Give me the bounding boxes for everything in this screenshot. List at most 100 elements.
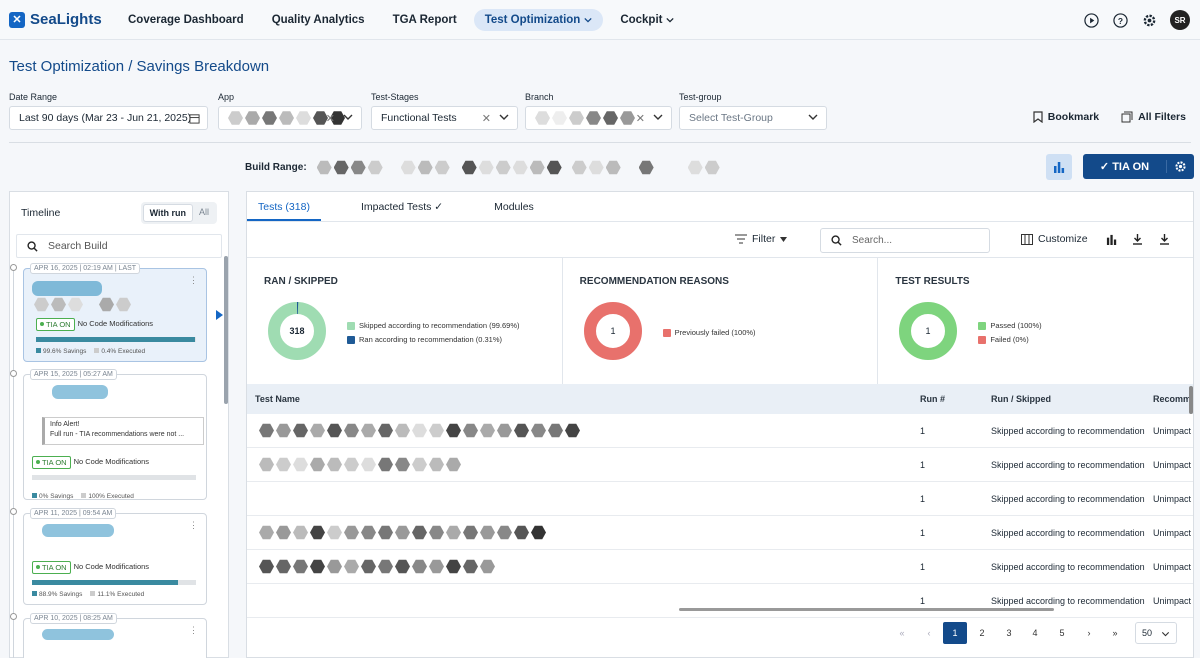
first-page-button[interactable]: «	[890, 622, 914, 644]
next-page-button[interactable]: ›	[1077, 622, 1101, 644]
build-search-placeholder: Search Build	[48, 240, 108, 252]
more-options-icon[interactable]: ⋮	[189, 275, 198, 286]
tab-modules[interactable]: Modules	[483, 192, 545, 221]
col-run-skipped[interactable]: Run / Skipped	[991, 394, 1051, 404]
redacted-build-name	[52, 385, 108, 399]
filter-icon	[735, 234, 747, 244]
nav-test-optimization[interactable]: Test Optimization	[473, 8, 604, 31]
info-alert-text: Full run - TIA recommendations were not …	[50, 431, 185, 438]
test-group-label: Test-group	[679, 92, 722, 102]
table-row[interactable]: 1 Skipped according to recommendation Unim…	[247, 516, 1193, 550]
per-page-value: 50	[1142, 628, 1153, 638]
build-card[interactable]: APR 10, 2025 | 08:25 AM ⋮	[23, 613, 207, 658]
table-row[interactable]: 1 Skipped according to recommendation Unim…	[247, 482, 1193, 516]
more-options-icon[interactable]: ⋮	[189, 625, 198, 636]
redacted-build-id	[34, 297, 131, 312]
col-run-number[interactable]: Run #	[920, 394, 945, 404]
table-horizontal-scrollbar[interactable]	[679, 608, 1054, 611]
sealights-logo-icon: ✕	[9, 11, 25, 28]
savings-bar	[32, 474, 196, 480]
nav-quality-analytics[interactable]: Quality Analytics	[261, 9, 376, 31]
page-button-5[interactable]: 5	[1050, 622, 1074, 644]
tests-panel: Tests (318) Impacted Tests ✓ Modules Fil…	[246, 191, 1194, 658]
run-skipped-status: Skipped according to recommendation	[991, 460, 1145, 470]
run-number: 1	[920, 494, 926, 504]
date-range-select[interactable]: Last 90 days (Mar 23 - Jun 21, 2025)	[9, 106, 208, 130]
test-search-input[interactable]: Search...	[820, 228, 990, 253]
branch-select[interactable]: ✕	[525, 106, 672, 130]
prev-page-button[interactable]: ‹	[917, 622, 941, 644]
col-test-name[interactable]: Test Name	[255, 394, 300, 404]
clear-icon[interactable]: ✕	[636, 112, 645, 125]
run-filter-toggle[interactable]: With run All	[140, 202, 217, 224]
build-card[interactable]: APR 11, 2025 | 09:54 AM ⋮ TIA ON No Code …	[23, 508, 207, 605]
chart-view-button[interactable]	[1046, 154, 1072, 180]
timeline-scrollbar[interactable]	[224, 256, 228, 404]
recommendation-reasons-title: RECOMMENDATION REASONS	[579, 276, 729, 287]
bar-chart-icon[interactable]	[1106, 234, 1117, 245]
nav-coverage-dashboard[interactable]: Coverage Dashboard	[117, 9, 255, 31]
executed-stat: 100% Executed	[81, 493, 134, 500]
recommendation: Unimpact	[1153, 460, 1192, 470]
export-icon[interactable]	[1159, 233, 1170, 245]
all-option[interactable]: All	[193, 204, 215, 222]
more-options-icon[interactable]: ⋮	[189, 520, 198, 531]
page-button-1[interactable]: 1	[943, 622, 967, 644]
avatar[interactable]: SR	[1170, 10, 1190, 30]
per-page-select[interactable]: 50	[1135, 622, 1177, 644]
tia-on-label: TIA ON	[1112, 161, 1150, 173]
bookmark-label: Bookmark	[1047, 111, 1100, 123]
page-button-4[interactable]: 4	[1023, 622, 1047, 644]
code-status: No Code Modifications	[73, 562, 150, 571]
app-select[interactable]: ✕	[218, 106, 362, 130]
bookmark-button[interactable]: Bookmark	[1033, 111, 1099, 123]
tia-settings-button[interactable]	[1167, 160, 1194, 173]
code-status: No Code Modifications	[77, 319, 154, 328]
table-row[interactable]: 1 Skipped according to recommendation Unim…	[247, 584, 1193, 618]
columns-icon	[1021, 233, 1033, 245]
tab-tests[interactable]: Tests (318)	[247, 192, 321, 221]
nav-cockpit[interactable]: Cockpit	[609, 9, 685, 31]
nav-tga-report[interactable]: TGA Report	[382, 9, 468, 31]
tab-impacted-tests[interactable]: Impacted Tests ✓	[350, 192, 454, 221]
redacted-test-name	[259, 423, 580, 438]
help-icon[interactable]: ?	[1112, 12, 1129, 29]
sealights-logo[interactable]: ✕ SeaLights	[9, 11, 111, 28]
build-card[interactable]: APR 16, 2025 | 02:19 AM | LAST ⋮ TIA ON N…	[23, 263, 207, 362]
settings-icon[interactable]	[1141, 12, 1158, 29]
page-button-2[interactable]: 2	[970, 622, 994, 644]
page-button-3[interactable]: 3	[997, 622, 1021, 644]
download-icon[interactable]	[1132, 233, 1143, 245]
clear-icon[interactable]: ✕	[482, 112, 491, 125]
table-row[interactable]: 1 Skipped according to recommendation Unim…	[247, 448, 1193, 482]
code-status: No Code Modifications	[73, 457, 150, 466]
all-filters-button[interactable]: All Filters	[1121, 111, 1186, 123]
build-card[interactable]: APR 15, 2025 | 05:27 AM Info Alert! Full…	[23, 369, 207, 500]
play-icon[interactable]	[1083, 12, 1100, 29]
chevron-down-icon	[343, 114, 353, 120]
timeline-node	[10, 613, 17, 620]
top-nav: ✕ SeaLights Coverage Dashboard Quality A…	[0, 0, 1200, 40]
test-group-select[interactable]: Select Test-Group	[679, 106, 827, 130]
last-page-button[interactable]: »	[1103, 622, 1127, 644]
with-run-option[interactable]: With run	[142, 204, 193, 222]
tia-on-badge: TIA ON	[32, 560, 71, 574]
customize-label: Customize	[1038, 233, 1088, 245]
date-range-filter: Date Range Last 90 days (Mar 23 - Jun 21…	[9, 92, 208, 130]
tia-on-toggle[interactable]: ✓ TIA ON	[1083, 160, 1167, 173]
run-skipped-status: Skipped according to recommendation	[991, 494, 1145, 504]
table-row[interactable]: 1 Skipped according to recommendation Unim…	[247, 550, 1193, 584]
col-recommendation[interactable]: Recomm	[1153, 394, 1191, 404]
redacted-build-name	[42, 524, 114, 537]
redacted-build-name	[42, 629, 114, 640]
table-row[interactable]: 1 Skipped according to recommendation Unim…	[247, 414, 1193, 448]
filter-button[interactable]: Filter	[735, 233, 788, 245]
test-stages-select[interactable]: Functional Tests ✕	[371, 106, 518, 130]
run-number: 1	[920, 460, 926, 470]
clear-icon[interactable]: ✕	[326, 112, 335, 125]
recommendation: Unimpact	[1153, 562, 1192, 572]
customize-button[interactable]: Customize	[1021, 233, 1088, 245]
table-vertical-scrollbar[interactable]	[1189, 386, 1193, 414]
build-search-input[interactable]: Search Build	[16, 234, 222, 258]
tia-on-button[interactable]: ✓ TIA ON	[1083, 154, 1194, 179]
